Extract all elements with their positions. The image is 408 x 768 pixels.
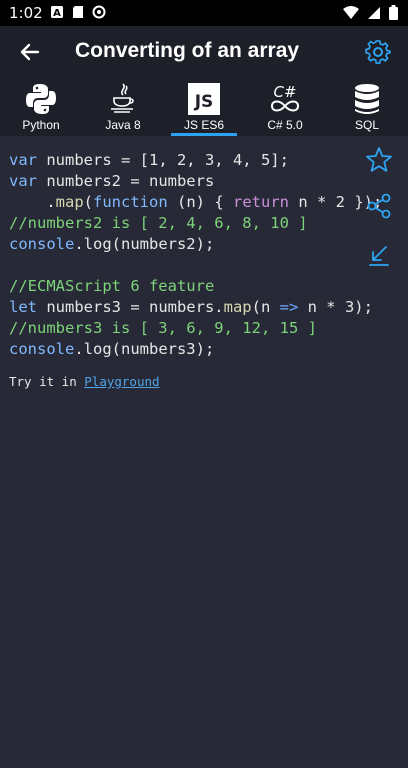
svg-text:JS: JS [194, 92, 214, 112]
notification-a-icon: A [51, 6, 63, 19]
status-bar: 1:02 A [0, 0, 408, 26]
wifi-icon [343, 5, 359, 19]
code-line: .map(function (n) { return n * 2 }); [9, 193, 383, 211]
tab-sql[interactable]: SQL [336, 78, 398, 136]
try-it-line: Try it in Playground [9, 374, 160, 389]
code-block: var numbers = [1, 2, 3, 4, 5]; var numbe… [9, 150, 382, 360]
tab-label: JS ES6 [183, 118, 225, 132]
code-panel: var numbers = [1, 2, 3, 4, 5]; var numbe… [0, 136, 408, 768]
sd-card-icon [73, 6, 83, 18]
tab-csharp[interactable]: C# C# 5.0 [254, 78, 316, 136]
js-icon: JS [188, 83, 220, 115]
language-tabs: Python Java 8 JS JS ES6 C# C# 5.0 SQL [0, 78, 408, 136]
code-line: var numbers = [1, 2, 3, 4, 5]; [9, 151, 289, 169]
page-title: Converting of an array [75, 39, 300, 62]
tab-java[interactable]: Java 8 [92, 78, 154, 136]
code-line: console.log(numbers3); [9, 340, 215, 358]
tab-label: SQL [354, 118, 379, 132]
tab-python[interactable]: Python [10, 78, 72, 136]
tab-label: C# 5.0 [267, 118, 303, 132]
svg-text:A: A [53, 8, 61, 19]
collapse-icon[interactable] [365, 242, 393, 270]
code-line: let numbers3 = numbers.map(n => n * 3); [9, 298, 373, 316]
svg-text:C#: C# [273, 83, 296, 101]
tab-label: Java 8 [105, 118, 141, 132]
app-bar: Converting of an array [0, 26, 408, 78]
tab-js[interactable]: JS JS ES6 [171, 78, 237, 136]
csharp-icon: C# [270, 83, 300, 112]
playground-link[interactable]: Playground [84, 374, 159, 389]
signal-icon [368, 6, 380, 19]
share-icon[interactable] [365, 192, 393, 220]
database-icon [355, 84, 379, 114]
code-comment: //numbers3 is [ 3, 6, 9, 12, 15 ] [9, 319, 317, 337]
battery-icon [389, 5, 398, 20]
tab-label: Python [22, 118, 60, 132]
code-comment: //ECMAScript 6 feature [9, 277, 215, 295]
status-time: 1:02 [9, 4, 43, 22]
back-arrow-icon[interactable] [18, 40, 42, 64]
gear-icon[interactable] [364, 38, 392, 66]
code-comment: //numbers2 is [ 2, 4, 6, 8, 10 ] [9, 214, 308, 232]
star-icon[interactable] [365, 146, 393, 174]
code-line: console.log(numbers2); [9, 235, 215, 253]
code-line: var numbers2 = numbers [9, 172, 215, 190]
python-icon [26, 84, 56, 114]
at-sign-icon [92, 5, 106, 19]
java-icon [111, 83, 134, 113]
